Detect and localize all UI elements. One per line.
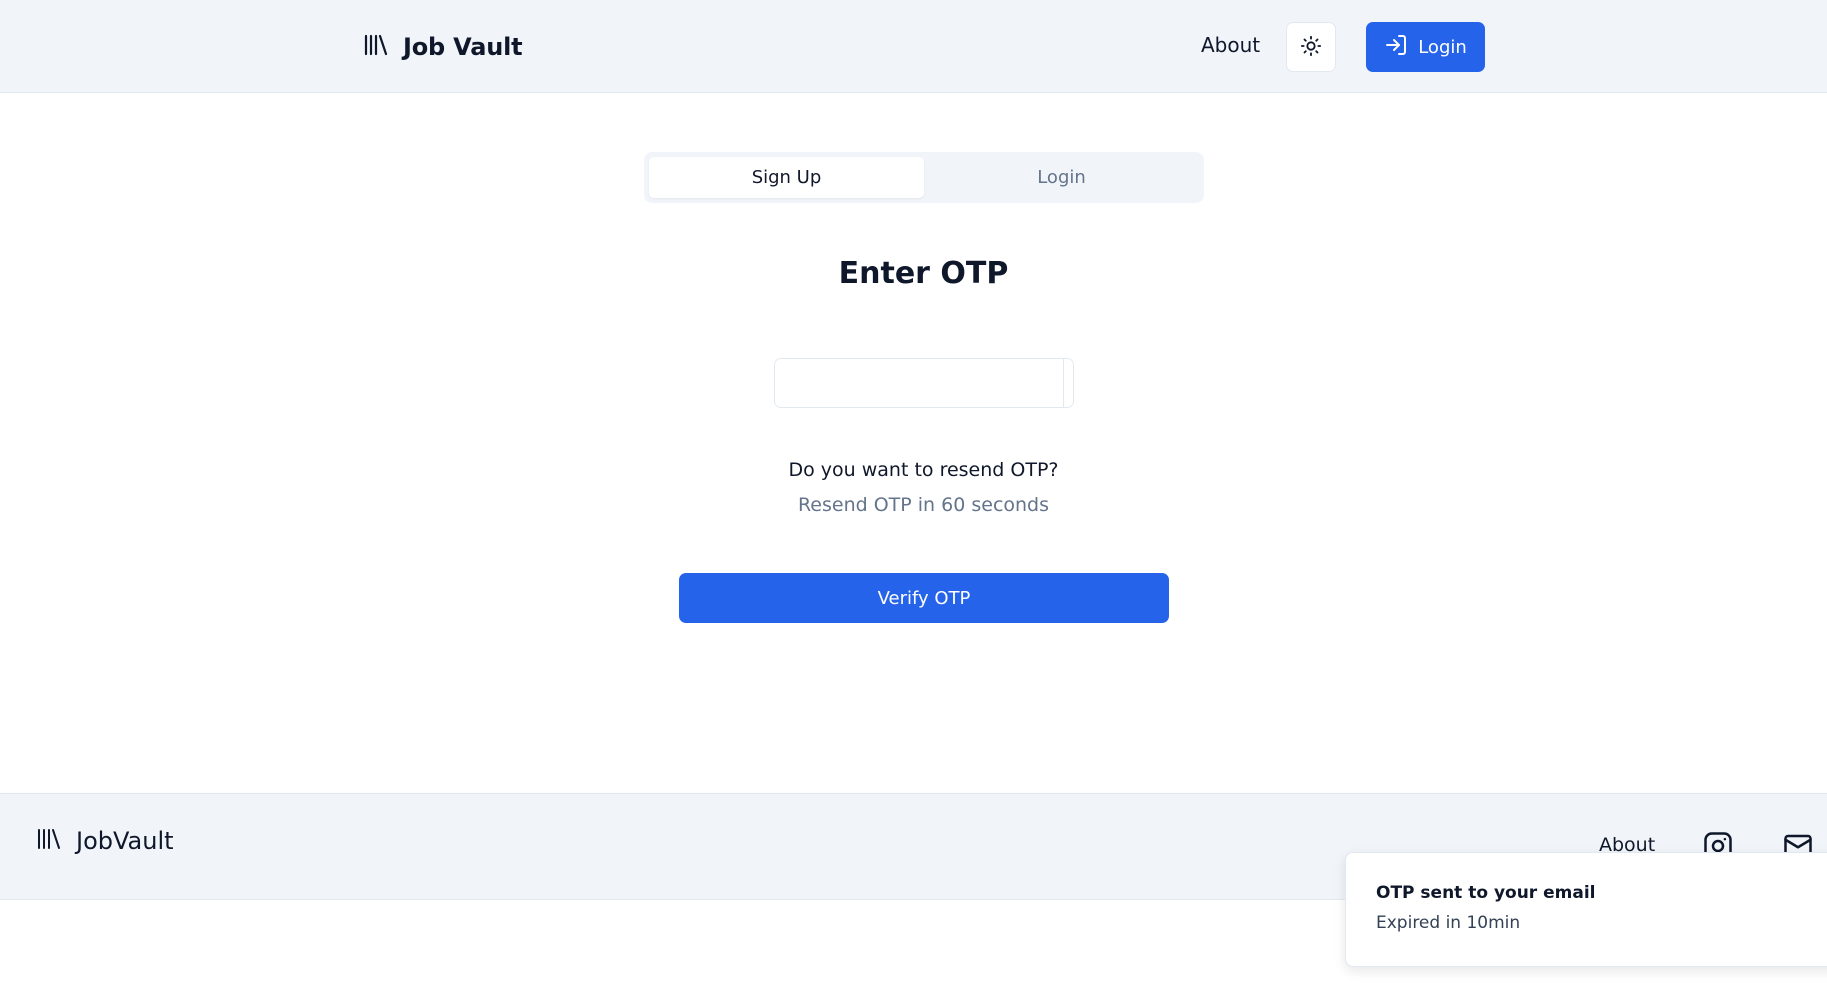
toast-title: OTP sent to your email [1376,883,1596,903]
brand-title: Job Vault [403,33,523,61]
footer-brand-title: JobVault [76,827,174,855]
otp-digit-1[interactable] [775,359,1064,407]
nav-about-link[interactable]: About [1201,33,1260,57]
tab-sign-up[interactable]: Sign Up [649,157,924,198]
otp-title: Enter OTP [838,256,1009,291]
verify-otp-button[interactable]: Verify OTP [679,573,1169,623]
header-login-label: Login [1418,36,1467,58]
sun-icon [1300,35,1322,60]
page: Job Vault About Login Sign Up Login Ente… [0,0,1827,987]
footer-brand[interactable]: JobVault [36,827,174,855]
toast-notification[interactable]: OTP sent to your email Expired in 10min [1345,852,1827,967]
otp-digit-2[interactable] [1064,359,1073,407]
otp-input-group [774,358,1074,408]
library-icon [36,827,62,855]
resend-question: Do you want to resend OTP? [788,459,1059,481]
login-arrow-icon [1384,33,1408,62]
brand[interactable]: Job Vault [363,30,523,64]
auth-tabs: Sign Up Login [644,152,1204,203]
library-icon [363,33,389,61]
toast-description: Expired in 10min [1376,913,1521,933]
site-header: Job Vault About Login [0,0,1827,93]
theme-toggle-button[interactable] [1286,22,1336,72]
tab-login[interactable]: Login [924,157,1199,198]
header-login-button[interactable]: Login [1366,22,1485,72]
resend-timer: Resend OTP in 60 seconds [797,494,1050,516]
